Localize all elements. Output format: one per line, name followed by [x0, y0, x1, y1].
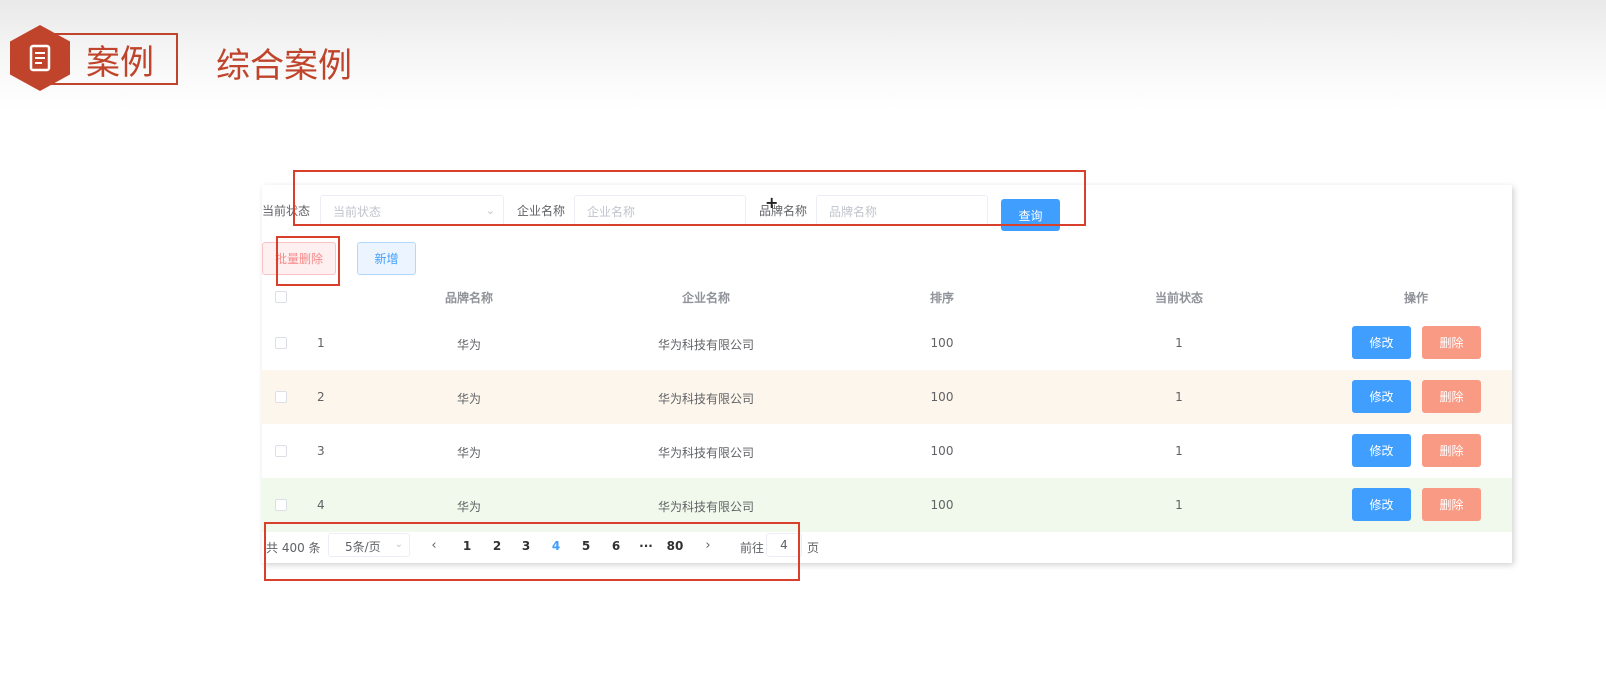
- edit-button[interactable]: 修改: [1352, 488, 1411, 521]
- header-company: 企业名称: [681, 291, 731, 305]
- select-all-checkbox[interactable]: [275, 291, 287, 303]
- row-status: 1: [1175, 336, 1183, 350]
- header-ops: 操作: [1403, 291, 1429, 305]
- slide-title-box: 案例: [42, 33, 178, 85]
- table-row: 2 华为 华为科技有限公司 100 1 修改 删除: [262, 370, 1512, 424]
- table-row: 1 华为 华为科技有限公司 100 1 修改 删除: [262, 316, 1512, 370]
- row-index: 1: [317, 336, 325, 350]
- row-company: 华为科技有限公司: [657, 392, 755, 406]
- header-brand: 品牌名称: [444, 291, 494, 305]
- row-checkbox[interactable]: [275, 499, 287, 511]
- delete-button[interactable]: 删除: [1422, 326, 1481, 359]
- add-button[interactable]: 新增: [357, 242, 416, 275]
- table-row: 3 华为 华为科技有限公司 100 1 修改 删除: [262, 424, 1512, 478]
- row-checkbox[interactable]: [275, 391, 287, 403]
- header-order: 排序: [929, 291, 955, 305]
- edit-button[interactable]: 修改: [1352, 380, 1411, 413]
- row-checkbox[interactable]: [275, 445, 287, 457]
- annotation-box-batch-delete: [276, 236, 340, 286]
- mouse-cursor-icon: +: [765, 193, 779, 212]
- page-suffix: 页: [807, 541, 820, 555]
- table-header: 品牌名称 企业名称 排序 当前状态 操作: [262, 281, 1512, 311]
- annotation-box-search: [293, 170, 1086, 226]
- row-index: 4: [317, 498, 325, 512]
- row-index: 2: [317, 390, 325, 404]
- slide-badge-text: 案例: [86, 42, 154, 83]
- row-brand: 华为: [456, 338, 482, 352]
- row-order: 100: [930, 390, 954, 404]
- row-checkbox[interactable]: [275, 337, 287, 349]
- header-status: 当前状态: [1154, 291, 1204, 305]
- row-company: 华为科技有限公司: [657, 446, 755, 460]
- row-brand: 华为: [456, 392, 482, 406]
- row-company: 华为科技有限公司: [657, 500, 755, 514]
- row-order: 100: [930, 336, 954, 350]
- edit-button[interactable]: 修改: [1352, 434, 1411, 467]
- row-status: 1: [1175, 444, 1183, 458]
- brand-management-panel: 当前状态 当前状态 ⌄ 企业名称 企业名称 品牌名称 品牌名称 查询 批量删除 …: [262, 185, 1512, 563]
- row-company: 华为科技有限公司: [657, 338, 755, 352]
- row-order: 100: [930, 444, 954, 458]
- row-status: 1: [1175, 498, 1183, 512]
- row-index: 3: [317, 444, 325, 458]
- row-status: 1: [1175, 390, 1183, 404]
- delete-button[interactable]: 删除: [1422, 434, 1481, 467]
- slide-subtitle: 综合案例: [216, 46, 352, 86]
- edit-button[interactable]: 修改: [1352, 326, 1411, 359]
- annotation-box-pagination: [264, 522, 800, 581]
- row-brand: 华为: [456, 500, 482, 514]
- delete-button[interactable]: 删除: [1422, 488, 1481, 521]
- row-brand: 华为: [456, 446, 482, 460]
- row-order: 100: [930, 498, 954, 512]
- delete-button[interactable]: 删除: [1422, 380, 1481, 413]
